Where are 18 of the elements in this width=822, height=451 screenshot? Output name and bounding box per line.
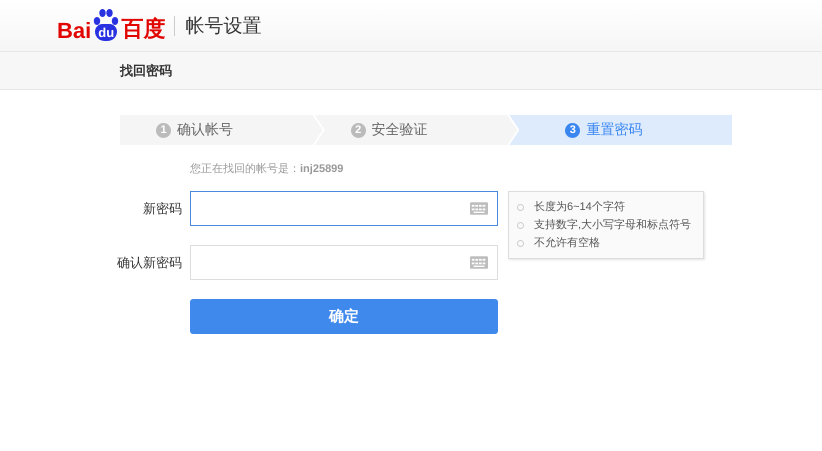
logo-badge: du [95,24,118,40]
field-label: 新密码 [142,200,182,218]
logo-text: Bai [57,18,92,44]
account-text: 您正在找回的帐号是：inj25899 [190,162,344,176]
section-title: 找回密码 [120,62,172,80]
step-number: 3 [565,122,580,138]
rule-text: 不允许有空格 [534,236,600,251]
step-number: 2 [350,122,366,138]
page-title: 帐号设置 [185,14,262,38]
rule-text: 支持数字,大小写字母和标点符号 [534,218,692,233]
step-label: 确认帐号 [177,121,233,139]
step-number: 1 [156,122,171,138]
step-label: 安全验证 [372,121,428,139]
step-label: 重置密码 [586,121,642,139]
logo-text: 百度 [121,14,166,42]
field-label: 确认新密码 [116,254,182,272]
rule-text: 长度为6~14个字符 [534,200,625,215]
confirm-button[interactable]: 确定 [190,299,498,334]
